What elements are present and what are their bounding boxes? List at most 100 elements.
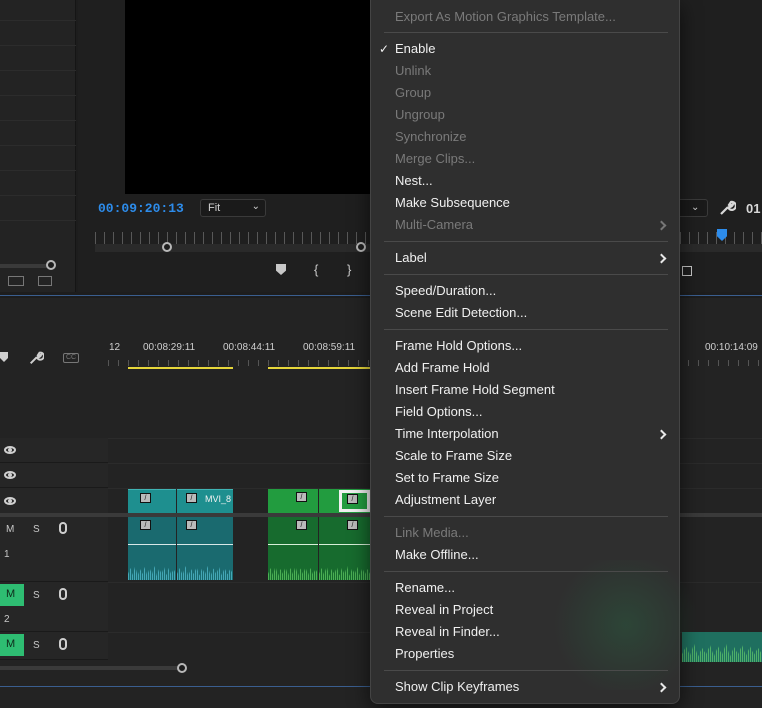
audio-waveform (177, 566, 233, 580)
menu-item-add-frame-hold[interactable]: Add Frame Hold (395, 360, 490, 375)
menu-item-speed-duration[interactable]: Speed/Duration... (395, 283, 496, 298)
menu-separator (384, 571, 668, 572)
menu-item-field-options[interactable]: Field Options... (395, 404, 482, 419)
menu-item-unlink[interactable]: Unlink (395, 63, 431, 78)
menu-item-multi-camera[interactable]: Multi-Camera (395, 217, 473, 232)
microphone-icon[interactable] (59, 522, 67, 534)
audio-clip[interactable]: / (268, 517, 318, 580)
ruler-label: 12 (109, 342, 121, 353)
eye-icon[interactable] (4, 471, 16, 479)
premiere-window: 00:09:20:13 Fit ⌄ ⌄ 01 { } CC 12 00:08:2… (0, 0, 762, 708)
render-bar (128, 367, 233, 369)
menu-item-enable[interactable]: Enable (395, 41, 435, 56)
menu-item-synchronize[interactable]: Synchronize (395, 129, 467, 144)
video-clip-selected[interactable]: / (319, 489, 370, 513)
video-clip[interactable]: / (268, 489, 318, 513)
automate-icon[interactable] (8, 276, 24, 286)
mute-toggle-active[interactable]: M (0, 584, 24, 606)
zoom-fit-select[interactable]: Fit ⌄ (200, 199, 266, 217)
menu-item-show-clip-keyframes[interactable]: Show Clip Keyframes (395, 679, 519, 694)
track-header-a1[interactable]: M S 1 (0, 516, 108, 582)
track-header-a3[interactable]: M S (0, 632, 108, 660)
mark-in-icon[interactable]: { (314, 262, 318, 277)
volume-line[interactable] (177, 544, 233, 545)
mark-out-icon[interactable]: } (347, 262, 351, 277)
solo-toggle[interactable]: S (33, 640, 40, 651)
zoom-bar-right-knob[interactable] (356, 242, 366, 252)
menu-item-adjustment-layer[interactable]: Adjustment Layer (395, 492, 496, 507)
menu-separator (384, 241, 668, 242)
render-bar (268, 367, 370, 369)
menu-item-insert-frame-hold-segment[interactable]: Insert Frame Hold Segment (395, 382, 555, 397)
mute-toggle[interactable]: M (6, 524, 14, 535)
timeline-settings-wrench-icon[interactable] (28, 350, 44, 366)
fx-badge-icon: / (296, 492, 307, 502)
new-item-icon[interactable] (38, 276, 52, 286)
project-zoom-knob[interactable] (46, 260, 56, 270)
project-row[interactable] (0, 70, 76, 71)
audio-clip[interactable]: / (177, 517, 233, 580)
context-menu: Export As Motion Graphics Template... ✓ … (370, 0, 706, 704)
menu-item-link-media[interactable]: Link Media... (395, 525, 469, 540)
track-header-v1[interactable] (0, 488, 108, 514)
timeline-zoom-knob[interactable] (177, 663, 187, 673)
menu-item-make-offline[interactable]: Make Offline... (395, 547, 479, 562)
project-row[interactable] (0, 20, 76, 21)
timeline-zoom-scrollbar[interactable] (0, 666, 180, 670)
microphone-icon[interactable] (59, 588, 67, 600)
microphone-icon[interactable] (59, 638, 67, 650)
track-header-a2[interactable]: M S 2 (0, 582, 108, 632)
menu-item-properties[interactable]: Properties (395, 646, 454, 661)
wrench-icon[interactable] (718, 199, 736, 217)
menu-item-export-mogrt[interactable]: Export As Motion Graphics Template... (395, 9, 616, 24)
video-preview (125, 0, 375, 194)
menu-item-time-interpolation[interactable]: Time Interpolation (395, 426, 499, 441)
volume-line[interactable] (319, 544, 370, 545)
project-row[interactable] (0, 220, 76, 221)
solo-toggle[interactable]: S (33, 524, 40, 535)
menu-item-scene-edit-detection[interactable]: Scene Edit Detection... (395, 305, 527, 320)
project-row[interactable] (0, 45, 76, 46)
fx-badge-icon: / (296, 520, 307, 530)
project-row[interactable] (0, 95, 76, 96)
menu-separator (384, 274, 668, 275)
menu-item-group[interactable]: Group (395, 85, 431, 100)
menu-item-rename[interactable]: Rename... (395, 580, 455, 595)
menu-item-nest[interactable]: Nest... (395, 173, 433, 188)
menu-item-reveal-in-finder[interactable]: Reveal in Finder... (395, 624, 500, 639)
project-zoom-slider[interactable] (0, 264, 50, 268)
project-row[interactable] (0, 195, 76, 196)
menu-item-merge-clips[interactable]: Merge Clips... (395, 151, 475, 166)
video-clip[interactable]: / MVI_8 (177, 489, 233, 513)
chevron-right-icon (656, 253, 667, 264)
track-header-v2[interactable] (0, 463, 108, 488)
export-frame-icon[interactable] (682, 266, 692, 276)
playhead-timecode[interactable]: 00:09:20:13 (98, 201, 184, 216)
menu-item-make-subsequence[interactable]: Make Subsequence (395, 195, 510, 210)
solo-toggle[interactable]: S (33, 590, 40, 601)
captions-icon[interactable]: CC (63, 353, 79, 363)
mute-toggle-active[interactable]: M (0, 634, 24, 656)
project-row[interactable] (0, 170, 76, 171)
menu-separator (384, 32, 668, 33)
track-header-v3[interactable] (0, 438, 108, 463)
menu-item-ungroup[interactable]: Ungroup (395, 107, 445, 122)
eye-icon[interactable] (4, 446, 16, 454)
audio-clip[interactable]: / (319, 517, 370, 580)
menu-item-reveal-in-project[interactable]: Reveal in Project (395, 602, 493, 617)
video-clip[interactable]: / (128, 489, 176, 513)
audio-waveform (128, 566, 176, 580)
project-row[interactable] (0, 145, 76, 146)
audio-clip[interactable]: / (128, 517, 176, 580)
track-number: 1 (4, 549, 10, 560)
menu-item-frame-hold-options[interactable]: Frame Hold Options... (395, 338, 522, 353)
project-panel (0, 0, 76, 292)
menu-item-set-to-frame-size[interactable]: Set to Frame Size (395, 470, 499, 485)
menu-item-label[interactable]: Label (395, 250, 427, 265)
volume-line[interactable] (128, 544, 176, 545)
volume-line[interactable] (268, 544, 318, 545)
project-row[interactable] (0, 120, 76, 121)
zoom-bar-left-knob[interactable] (162, 242, 172, 252)
menu-item-scale-to-frame-size[interactable]: Scale to Frame Size (395, 448, 512, 463)
eye-icon[interactable] (4, 497, 16, 505)
